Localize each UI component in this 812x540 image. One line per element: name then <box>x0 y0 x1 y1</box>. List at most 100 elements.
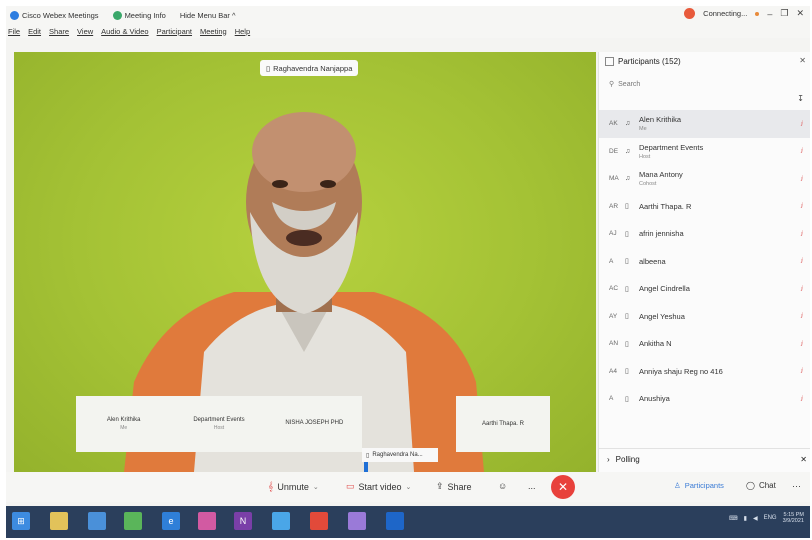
participant-row[interactable]: AY ▯ Angel Yeshua ⅈ <box>599 303 810 331</box>
chevron-down-icon[interactable]: ⌄ <box>406 483 412 491</box>
share-icon: ⇪ <box>436 481 444 491</box>
menu-file[interactable]: File <box>8 27 20 36</box>
webex-taskbar-icon[interactable] <box>386 512 404 530</box>
video-tile[interactable]: NISHA JOSEPH PHD <box>267 396 362 452</box>
video-tile[interactable]: Alen Krithika Me <box>76 396 171 452</box>
search-input[interactable]: ⚲ Search <box>605 76 804 92</box>
participant-row[interactable]: A ▯ albeena ⅈ <box>599 248 810 276</box>
participant-name: Anushiya <box>639 394 670 404</box>
chrome-icon[interactable] <box>310 512 328 530</box>
participant-name: Mana Antony <box>639 170 683 180</box>
participant-row[interactable]: A4 ▯ Anniya shaju Reg no 416 ⅈ <box>599 358 810 386</box>
app-icon[interactable] <box>272 512 290 530</box>
menu-meeting[interactable]: Meeting <box>200 27 227 36</box>
participant-row[interactable]: AK ♫ Alen Krithika Me ⅈ <box>599 110 810 138</box>
participant-row[interactable]: DE ♫ Department Events Host ⅈ <box>599 138 810 166</box>
participant-row[interactable]: AC ▯ Angel Cindrella ⅈ <box>599 275 810 303</box>
title-bar: Cisco Webex Meetings Meeting Info Hide M… <box>6 6 810 24</box>
app-icon[interactable] <box>124 512 142 530</box>
menu-audio-video[interactable]: Audio & Video <box>101 27 148 36</box>
video-tile[interactable]: Department Events Host <box>171 396 266 452</box>
mic-muted-icon[interactable]: ⅈ <box>801 395 803 403</box>
restore-button[interactable]: ❐ <box>780 8 788 19</box>
reactions-button[interactable]: ☺ <box>498 481 507 491</box>
participant-name: Angel Yeshua <box>639 311 685 321</box>
app-icon[interactable] <box>198 512 216 530</box>
participant-row[interactable]: AJ ▯ afrin jennisha ⅈ <box>599 220 810 248</box>
mic-muted-icon[interactable]: ⅈ <box>801 257 803 265</box>
more-options-button[interactable]: ... <box>528 481 536 491</box>
mic-icon: ▯ <box>625 340 629 348</box>
video-tile[interactable]: Aarthi Thapa. R <box>456 396 550 452</box>
participant-name-block: Alen Krithika Me <box>639 115 681 132</box>
mic-muted-icon[interactable]: ⅈ <box>801 285 803 293</box>
onenote-icon[interactable]: N <box>234 512 252 530</box>
mic-muted-icon[interactable]: ⅈ <box>801 147 803 155</box>
minimize-button[interactable]: – <box>767 9 772 19</box>
keyboard-icon[interactable]: ⌨ <box>729 515 738 522</box>
participant-row[interactable]: AR ▯ Aarthi Thapa. R ⅈ <box>599 193 810 221</box>
participant-name-block: Department Events Host <box>639 143 703 160</box>
chevron-down-icon[interactable]: ⌄ <box>313 483 319 491</box>
file-explorer-icon[interactable] <box>50 512 68 530</box>
meeting-info-button[interactable]: Meeting Info <box>112 10 166 20</box>
mic-muted-icon[interactable]: ⅈ <box>801 120 803 128</box>
self-view-label[interactable]: ▯ Raghavendra Na... <box>362 448 438 462</box>
participant-name: Alen Krithika <box>639 115 682 125</box>
start-video-button[interactable]: ▭ Start video ⌄ <box>346 481 411 492</box>
network-icon[interactable]: ▮ <box>744 515 747 522</box>
share-button[interactable]: ⇪ Share <box>436 481 472 492</box>
start-icon[interactable]: ⊞ <box>12 512 30 530</box>
leave-meeting-button[interactable]: ✕ <box>551 475 575 499</box>
mic-muted-icon[interactable]: ⅈ <box>801 202 803 210</box>
chat-button[interactable]: ◯ Chat <box>746 481 776 490</box>
collapse-icon[interactable] <box>605 56 614 66</box>
tray-language[interactable]: ENG <box>764 515 777 521</box>
mic-icon: ▯ <box>625 285 629 293</box>
participant-name-block: Anushiya <box>639 394 670 403</box>
participants-panel: Participants (152) ✕ ⚲ Search ↧ AK ♫ Alen … <box>598 52 810 472</box>
unmute-button[interactable]: 𝄞 Unmute ⌄ <box>268 481 319 492</box>
participant-row[interactable]: A ▯ Anushiya ⅈ <box>599 385 810 413</box>
sort-icon[interactable]: ↧ <box>797 94 804 103</box>
close-button[interactable]: ✕ <box>796 8 804 19</box>
participant-row[interactable]: MA ♫ Mana Antony Cohost ⅈ <box>599 165 810 193</box>
overflow-menu-button[interactable]: ··· <box>792 481 801 491</box>
menu-edit[interactable]: Edit <box>28 27 41 36</box>
close-icon[interactable]: ✕ <box>799 56 806 65</box>
polling-section[interactable]: › Polling ✕ <box>599 448 810 470</box>
desktop-icon[interactable] <box>88 512 106 530</box>
chevron-right-icon: › <box>607 455 610 464</box>
participant-initials: DE <box>609 147 619 155</box>
active-speaker-label: ▯ Raghavendra Nanjappa <box>260 60 359 76</box>
webex-window: Cisco Webex Meetings Meeting Info Hide M… <box>6 6 810 538</box>
system-tray: ⌨ ▮ ◀ ENG 5:15 PM 3/9/2021 <box>729 512 804 524</box>
mic-muted-icon[interactable]: ⅈ <box>801 340 803 348</box>
main-video[interactable]: ▯ Raghavendra Nanjappa Alen Krithika Me … <box>14 52 596 472</box>
internet-explorer-icon[interactable]: e <box>162 512 180 530</box>
mic-muted-icon[interactable]: ⅈ <box>801 175 803 183</box>
app-icon[interactable] <box>348 512 366 530</box>
participant-name-block: Ankitha N <box>639 339 672 348</box>
volume-icon[interactable]: ◀ <box>753 515 758 522</box>
participant-initials: AR <box>609 202 619 210</box>
participant-role: Host <box>639 153 651 160</box>
mic-icon: ▯ <box>625 395 629 403</box>
menu-participant[interactable]: Participant <box>157 27 192 36</box>
chat-icon: ◯ <box>746 481 755 490</box>
menu-view[interactable]: View <box>77 27 93 36</box>
mic-muted-icon[interactable]: ⅈ <box>801 230 803 238</box>
mic-muted-icon[interactable]: ⅈ <box>801 312 803 320</box>
participant-name-block: Aarthi Thapa. R <box>639 202 691 211</box>
menu-help[interactable]: Help <box>235 27 250 36</box>
participants-button[interactable]: ♙ Participants <box>674 481 724 490</box>
participant-name-block: albeena <box>639 257 666 266</box>
clock[interactable]: 5:15 PM 3/9/2021 <box>783 512 804 524</box>
info-icon <box>112 10 122 20</box>
hide-menu-bar-button[interactable]: Hide Menu Bar ^ <box>180 11 236 20</box>
mic-icon: ▯ <box>366 452 370 459</box>
close-icon[interactable]: ✕ <box>800 455 807 464</box>
participant-row[interactable]: AN ▯ Ankitha N ⅈ <box>599 330 810 358</box>
menu-share[interactable]: Share <box>49 27 69 36</box>
mic-muted-icon[interactable]: ⅈ <box>801 367 803 375</box>
